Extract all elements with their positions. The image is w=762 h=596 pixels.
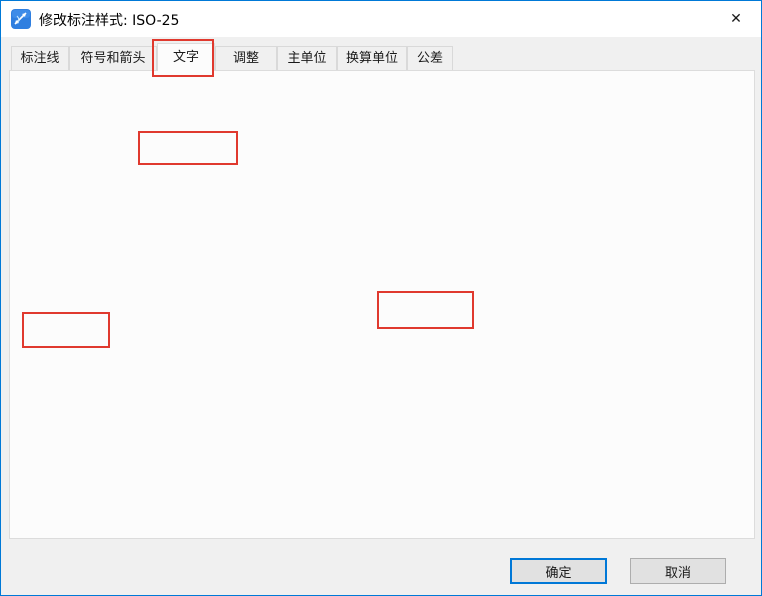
ok-button[interactable]: 确定 <box>510 558 607 584</box>
tab-lines[interactable]: 标注线 <box>11 46 69 70</box>
cancel-button[interactable]: 取消 <box>630 558 726 584</box>
annotation-box-text-position <box>22 312 110 348</box>
title-bar: 修改标注样式: ISO-25 ✕ <box>1 1 761 37</box>
tab-strip: 标注线 符号和箭头 文字 调整 主单位 换算单位 公差 <box>11 43 453 71</box>
annotation-box-text-color <box>138 131 238 165</box>
app-icon <box>11 9 31 29</box>
window-title: 修改标注样式: ISO-25 <box>39 13 180 29</box>
tab-primary-units[interactable]: 主单位 <box>277 46 337 70</box>
annotation-box-text-tab <box>152 39 214 77</box>
tab-alternate-units[interactable]: 换算单位 <box>337 46 407 70</box>
close-icon[interactable]: ✕ <box>725 8 747 30</box>
tab-symbols-arrows[interactable]: 符号和箭头 <box>69 46 157 70</box>
tab-tolerances[interactable]: 公差 <box>407 46 453 70</box>
annotation-box-text-direction <box>377 291 474 329</box>
dimension-style-dialog: 修改标注样式: ISO-25 ✕ 标注线 符号和箭头 文字 调整 主单位 换算单… <box>0 0 762 596</box>
tab-fit[interactable]: 调整 <box>215 46 277 70</box>
